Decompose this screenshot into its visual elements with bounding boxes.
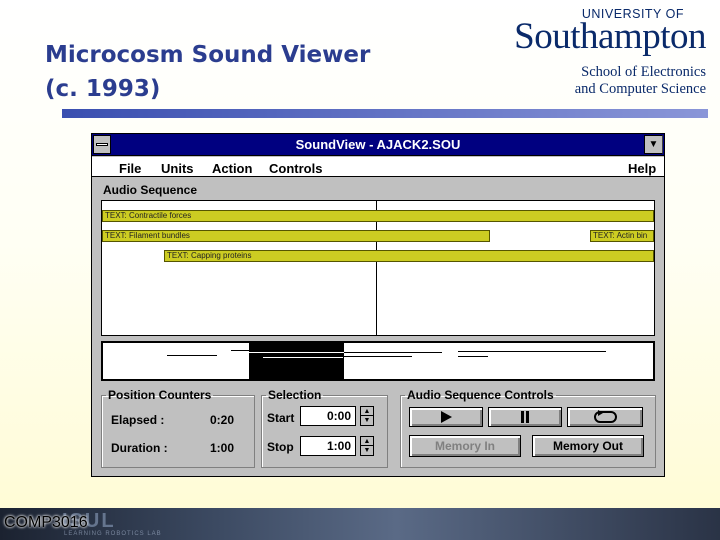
spin-down-icon[interactable]: ▼: [361, 416, 373, 425]
selection-group: Selection: [261, 388, 388, 468]
waveform-selection[interactable]: [249, 343, 344, 379]
start-spinner[interactable]: ▲ ▼: [360, 406, 374, 426]
audio-sequence-label: Audio Sequence: [103, 183, 198, 197]
loop-button[interactable]: [567, 407, 643, 427]
waveform-segment: [458, 351, 606, 352]
spin-down-icon[interactable]: ▼: [361, 446, 373, 455]
memory-out-button[interactable]: Memory Out: [532, 435, 644, 457]
start-label: Start: [267, 411, 295, 425]
selection-legend: Selection: [268, 388, 322, 402]
logo-school-line2: and Computer Science: [574, 81, 706, 97]
waveform-display[interactable]: [101, 341, 655, 381]
waveform-segment: [263, 357, 343, 358]
logo-school-line1: School of Electronics: [581, 64, 706, 80]
pause-icon: [521, 411, 529, 423]
spin-up-icon[interactable]: ▲: [361, 407, 373, 416]
window-titlebar[interactable]: SoundView - AJACK2.SOU ▼: [92, 134, 664, 156]
menu-help-label: Help: [628, 161, 657, 176]
logo-name: Southampton: [514, 16, 706, 57]
menu-units-label: Units: [161, 161, 194, 176]
slide-title: Microcosm Sound Viewer (c. 1993): [45, 38, 370, 106]
stop-field[interactable]: 1:00: [300, 436, 356, 456]
stop-label: Stop: [267, 440, 294, 454]
waveform-segment: [167, 355, 217, 356]
soundview-window: SoundView - AJACK2.SOU ▼ File Units Acti…: [91, 133, 665, 477]
minimize-icon[interactable]: ▼: [644, 135, 663, 154]
elapsed-value: 0:20: [210, 413, 235, 427]
waveform-segment: [249, 352, 344, 353]
pause-button[interactable]: [488, 407, 562, 427]
menu-controls-label: Controls: [269, 161, 323, 176]
stop-spinner[interactable]: ▲ ▼: [360, 436, 374, 456]
slide-title-line2: (c. 1993): [45, 76, 161, 102]
play-icon: [441, 411, 452, 423]
waveform-segment: [231, 350, 249, 351]
menu-file-label: File: [119, 161, 142, 176]
university-logo: UNIVERSITY OF Southampton School of Elec…: [481, 8, 706, 98]
slide-title-line1: Microcosm Sound Viewer: [45, 42, 371, 68]
memory-in-button[interactable]: Memory In: [409, 435, 521, 457]
track-contractile-forces[interactable]: TEXT: Contractile forces: [102, 210, 654, 222]
play-button[interactable]: [409, 407, 483, 427]
menu-bar: File Units Action Controls Help: [92, 157, 664, 177]
position-counters-group: Position Counters: [101, 388, 255, 468]
position-counters-legend: Position Counters: [108, 388, 212, 402]
audio-sequence-timeline[interactable]: TEXT: Contractile forces TEXT: Filament …: [101, 200, 655, 336]
track-actin[interactable]: TEXT: Actin bin: [590, 230, 654, 242]
title-rule: [62, 109, 708, 118]
duration-label: Duration :: [111, 441, 168, 455]
elapsed-label: Elapsed :: [111, 413, 165, 427]
window-title: SoundView - AJACK2.SOU: [295, 137, 461, 152]
track-capping-proteins[interactable]: TEXT: Capping proteins: [164, 250, 654, 262]
duration-value: 1:00: [210, 441, 235, 455]
footer-banner: ISUL LEARNING ROBOTICS LAB COMP3016: [0, 508, 720, 540]
spin-up-icon[interactable]: ▲: [361, 437, 373, 446]
waveform-segment: [344, 352, 442, 353]
course-code: COMP3016: [4, 514, 88, 531]
waveform-segment: [458, 356, 488, 357]
start-field[interactable]: 0:00: [300, 406, 356, 426]
menu-action-label: Action: [212, 161, 253, 176]
waveform-segment: [344, 356, 412, 357]
track-filament-bundles[interactable]: TEXT: Filament bundles: [102, 230, 490, 242]
audio-controls-legend: Audio Sequence Controls: [407, 388, 554, 402]
loop-icon: [594, 410, 617, 423]
